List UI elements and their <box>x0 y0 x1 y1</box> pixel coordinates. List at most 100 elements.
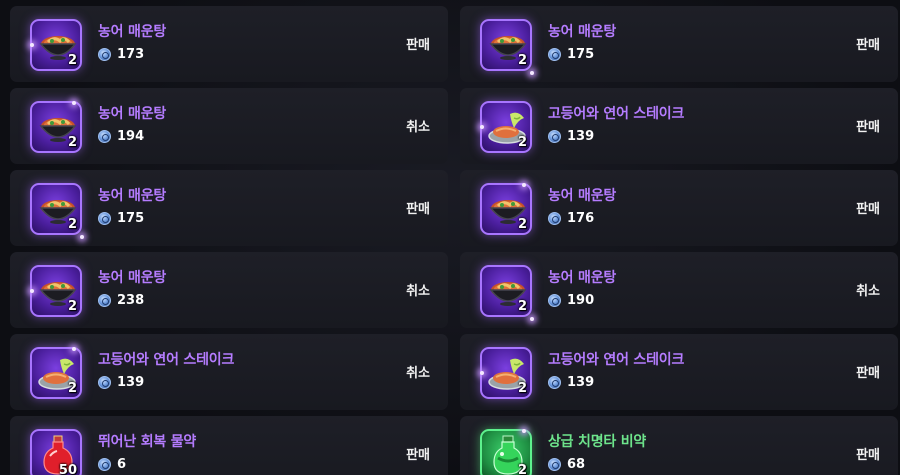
silver-coin-icon <box>98 212 111 225</box>
listing-card[interactable]: 2 농어 매운탕 175 판매 <box>10 170 448 246</box>
sparkle-effect <box>80 235 84 239</box>
item-quantity: 2 <box>517 299 527 314</box>
item-quantity: 2 <box>67 53 77 68</box>
price-row: 68 <box>548 457 585 472</box>
item-slot[interactable]: 2 <box>480 429 532 475</box>
item-slot[interactable]: 2 <box>30 101 82 153</box>
item-name: 상급 치명타 비약 <box>548 434 647 450</box>
item-quantity: 2 <box>67 135 77 150</box>
item-name: 농어 매운탕 <box>98 270 167 286</box>
silver-coin-icon <box>548 48 561 61</box>
price-row: 139 <box>98 375 144 390</box>
item-price: 194 <box>117 129 145 144</box>
silver-coin-icon <box>98 376 111 389</box>
item-price: 176 <box>567 211 595 226</box>
price-row: 173 <box>98 47 144 62</box>
sparkle-effect <box>72 347 76 351</box>
listing-card[interactable]: 2 농어 매운탕 176 판매 <box>460 170 898 246</box>
listing-action-button[interactable]: 판매 <box>856 34 880 53</box>
item-slot[interactable]: 2 <box>30 19 82 71</box>
listing-action-button[interactable]: 취소 <box>406 116 430 135</box>
silver-coin-icon <box>548 294 561 307</box>
item-quantity: 2 <box>517 463 527 475</box>
price-row: 175 <box>98 211 144 226</box>
listing-card[interactable]: 2 농어 매운탕 190 취소 <box>460 252 898 328</box>
item-price: 139 <box>567 129 595 144</box>
item-price: 139 <box>117 375 145 390</box>
item-quantity: 2 <box>67 217 77 232</box>
item-quantity: 2 <box>67 381 77 396</box>
item-quantity: 2 <box>517 381 527 396</box>
listing-action-button[interactable]: 판매 <box>856 198 880 217</box>
listing-action-button[interactable]: 판매 <box>406 34 430 53</box>
price-row: 194 <box>98 129 144 144</box>
listing-action-button[interactable]: 취소 <box>406 280 430 299</box>
silver-coin-icon <box>98 294 111 307</box>
sparkle-effect <box>480 371 484 375</box>
item-slot[interactable]: 2 <box>30 183 84 239</box>
sparkle-effect <box>522 183 526 187</box>
listing-card[interactable]: 2 고등어와 연어 스테이크 139 판매 <box>460 334 898 410</box>
listing-card[interactable]: 2 농어 매운탕 173 판매 <box>10 6 448 82</box>
sparkle-effect <box>522 429 526 433</box>
listing-action-button[interactable]: 취소 <box>856 280 880 299</box>
silver-coin-icon <box>98 458 111 471</box>
item-name: 고등어와 연어 스테이크 <box>548 352 685 368</box>
price-row: 190 <box>548 293 594 308</box>
listing-action-button[interactable]: 판매 <box>856 362 880 381</box>
item-price: 238 <box>117 293 145 308</box>
item-slot[interactable]: 2 <box>480 265 534 321</box>
listing-action-button[interactable]: 판매 <box>856 116 880 135</box>
item-name: 뛰어난 회복 물약 <box>98 434 197 450</box>
item-slot[interactable]: 2 <box>30 347 82 399</box>
item-quantity: 2 <box>517 217 527 232</box>
listing-card[interactable]: 50 뛰어난 회복 물약 6 판매 <box>10 416 448 475</box>
listing-card[interactable]: 2 고등어와 연어 스테이크 139 판매 <box>460 88 898 164</box>
listing-action-button[interactable]: 취소 <box>406 362 430 381</box>
silver-coin-icon <box>98 130 111 143</box>
item-price: 173 <box>117 47 145 62</box>
listing-card[interactable]: 2 고등어와 연어 스테이크 139 취소 <box>10 334 448 410</box>
item-quantity: 2 <box>517 135 527 150</box>
item-price: 175 <box>567 47 595 62</box>
item-name: 고등어와 연어 스테이크 <box>98 352 235 368</box>
listing-action-button[interactable]: 판매 <box>856 444 880 463</box>
price-row: 6 <box>98 457 126 472</box>
listing-card[interactable]: 2 농어 매운탕 175 판매 <box>460 6 898 82</box>
item-price: 190 <box>567 293 595 308</box>
item-quantity: 2 <box>67 299 77 314</box>
listing-card[interactable]: 2 농어 매운탕 238 취소 <box>10 252 448 328</box>
item-name: 농어 매운탕 <box>98 24 167 40</box>
silver-coin-icon <box>548 130 561 143</box>
price-row: 139 <box>548 375 594 390</box>
silver-coin-icon <box>98 48 111 61</box>
item-slot[interactable]: 2 <box>480 101 532 153</box>
item-name: 고등어와 연어 스테이크 <box>548 106 685 122</box>
silver-coin-icon <box>548 212 561 225</box>
sparkle-effect <box>30 43 34 47</box>
item-name: 농어 매운탕 <box>548 270 617 286</box>
listing-action-button[interactable]: 판매 <box>406 444 430 463</box>
sparkle-effect <box>480 125 484 129</box>
sparkle-effect <box>30 289 34 293</box>
item-slot[interactable]: 2 <box>30 265 82 317</box>
item-slot[interactable]: 50 <box>30 429 82 475</box>
item-price: 175 <box>117 211 145 226</box>
silver-coin-icon <box>548 458 561 471</box>
listing-action-button[interactable]: 판매 <box>406 198 430 217</box>
item-slot[interactable]: 2 <box>480 183 532 235</box>
item-price: 6 <box>117 457 127 472</box>
listing-card[interactable]: 2 상급 치명타 비약 68 판매 <box>460 416 898 475</box>
price-row: 176 <box>548 211 594 226</box>
item-slot[interactable]: 2 <box>480 19 534 75</box>
item-price: 139 <box>567 375 595 390</box>
sparkle-effect <box>72 101 76 105</box>
item-name: 농어 매운탕 <box>98 188 167 204</box>
sparkle-effect <box>530 71 534 75</box>
item-slot[interactable]: 2 <box>480 347 532 399</box>
price-row: 175 <box>548 47 594 62</box>
price-row: 139 <box>548 129 594 144</box>
item-name: 농어 매운탕 <box>548 24 617 40</box>
listing-card[interactable]: 2 농어 매운탕 194 취소 <box>10 88 448 164</box>
silver-coin-icon <box>548 376 561 389</box>
